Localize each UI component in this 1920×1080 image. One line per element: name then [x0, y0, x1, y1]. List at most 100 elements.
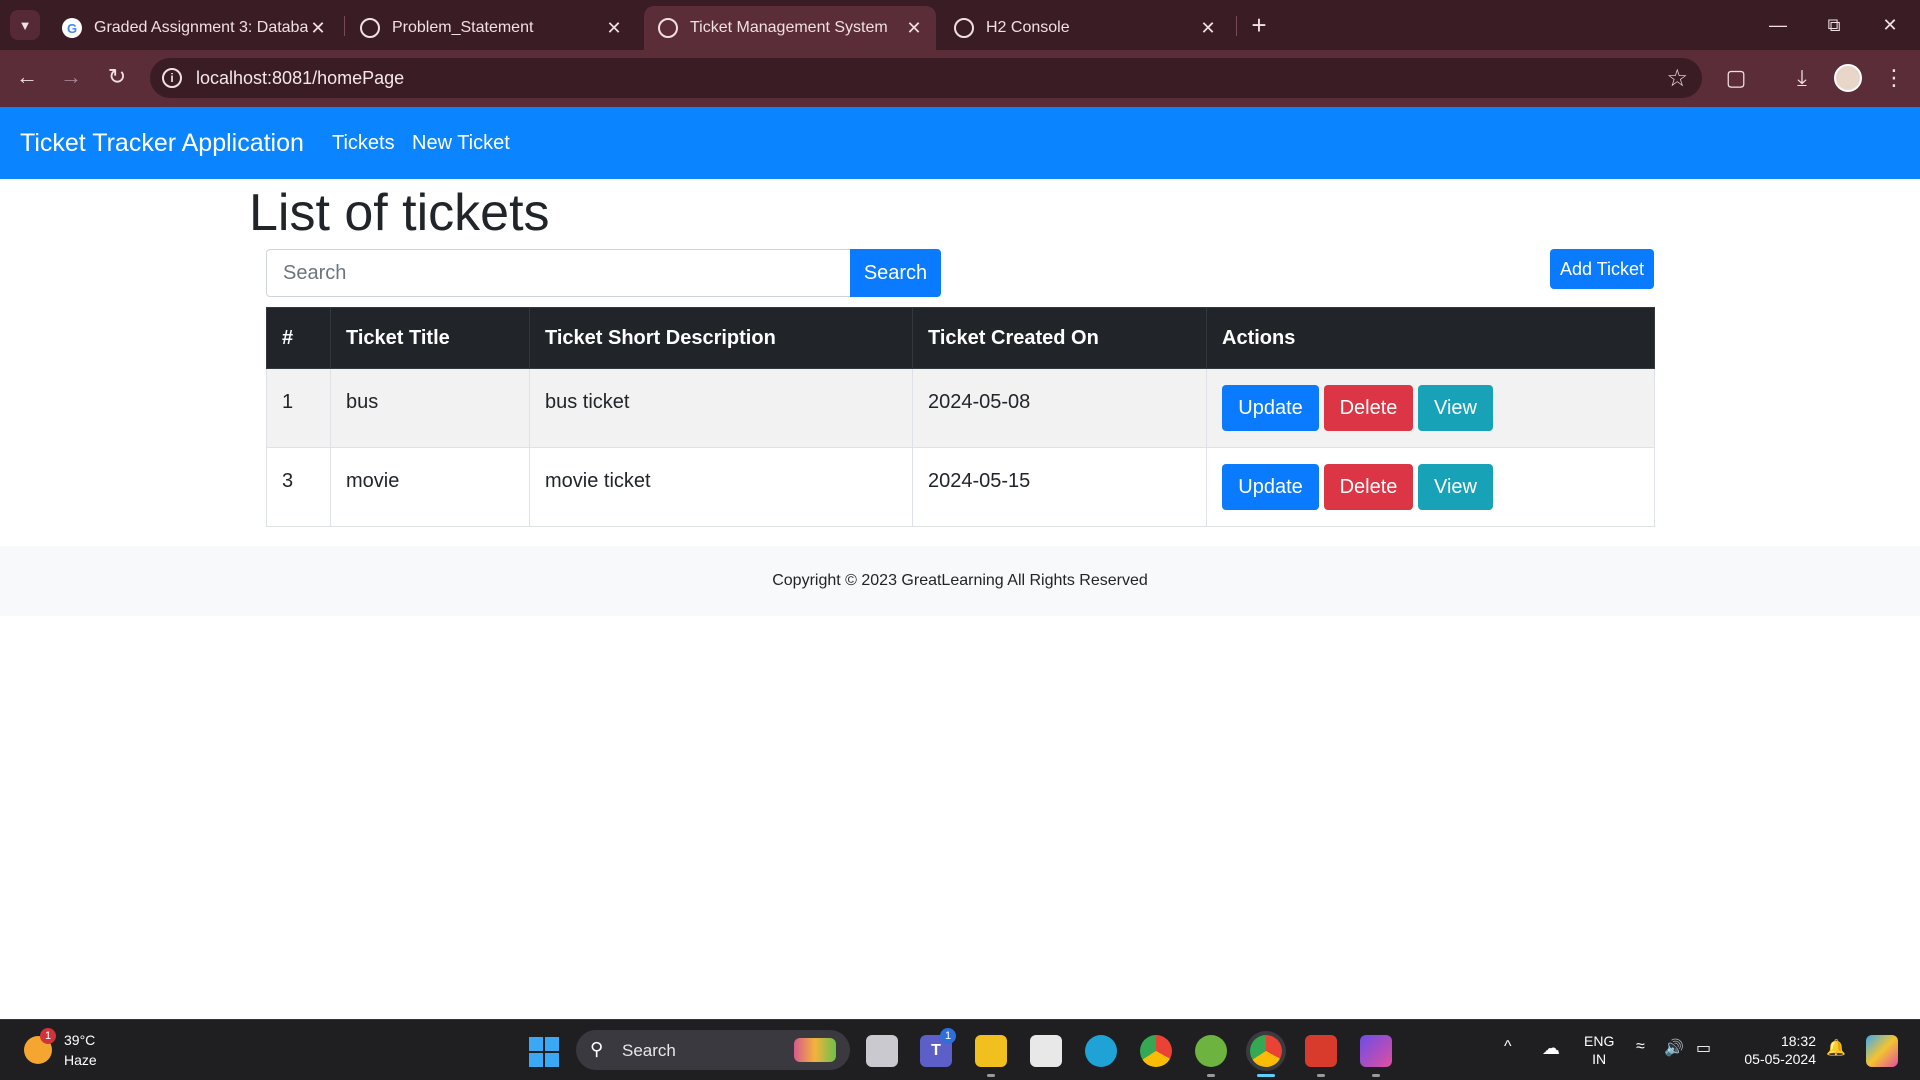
view-button[interactable]: View	[1418, 464, 1493, 510]
column-header-actions: Actions	[1206, 307, 1655, 369]
nav-link-tickets[interactable]: Tickets	[332, 132, 395, 155]
chrome-profile-icon[interactable]	[1250, 1035, 1282, 1067]
app-running-indicator	[987, 1074, 995, 1077]
app-icon[interactable]	[1360, 1035, 1392, 1067]
copyright-text: Copyright © 2023 GreatLearning All Right…	[772, 572, 1148, 589]
close-icon[interactable]: ✕	[604, 18, 624, 39]
taskbar: 1 39°C Haze ⚲ Search T 1 ^ ☁ ENG IN ≈ 🔊 …	[0, 1019, 1920, 1080]
reload-icon[interactable]: ↻	[98, 58, 136, 96]
restore-icon[interactable]: ⧉	[1806, 0, 1862, 50]
language-indicator[interactable]: ENG IN	[1584, 1032, 1614, 1068]
view-button[interactable]: View	[1418, 385, 1493, 431]
battery-icon[interactable]: ▭	[1696, 1038, 1711, 1058]
copilot-icon[interactable]	[1866, 1035, 1898, 1067]
update-button[interactable]: Update	[1222, 385, 1319, 431]
cell-created-on: 2024-05-08	[912, 368, 1207, 448]
delete-button[interactable]: Delete	[1324, 464, 1413, 510]
table-header-row: # Ticket Title Ticket Short Description …	[266, 307, 1655, 369]
tab-ticket-management[interactable]: Ticket Management System ✕	[644, 6, 936, 50]
wifi-icon[interactable]: ≈	[1636, 1038, 1645, 1056]
cell-created-on: 2024-05-15	[912, 447, 1207, 527]
cell-id: 3	[266, 447, 331, 527]
chevron-up-icon[interactable]: ^	[1504, 1038, 1512, 1056]
table-row: 1 bus bus ticket 2024-05-08 Update Delet…	[266, 368, 1655, 448]
globe-icon	[954, 18, 974, 38]
tab-h2-console[interactable]: H2 Console ✕	[940, 6, 1230, 50]
weather-temperature[interactable]: 39°C	[64, 1032, 95, 1048]
tab-title: Problem_Statement	[392, 19, 534, 36]
site-info-icon[interactable]: i	[162, 68, 182, 88]
task-view-icon[interactable]	[866, 1035, 898, 1067]
app-running-indicator	[1317, 1074, 1325, 1077]
brand-link[interactable]: Ticket Tracker Application	[20, 129, 304, 158]
cell-id: 1	[266, 368, 331, 448]
column-header-title: Ticket Title	[330, 307, 530, 369]
weather-badge: 1	[40, 1028, 56, 1044]
wps-office-icon[interactable]	[1305, 1035, 1337, 1067]
notification-bell-icon[interactable]: 🔔	[1826, 1038, 1846, 1058]
system-clock[interactable]: 18:32 05-05-2024	[1736, 1032, 1816, 1068]
web-page: Ticket Tracker Application Tickets New T…	[0, 107, 1920, 1019]
page-footer: Copyright © 2023 GreatLearning All Right…	[0, 546, 1920, 616]
column-header-created-on: Ticket Created On	[912, 307, 1207, 369]
bookmark-star-icon[interactable]: ☆	[1666, 64, 1688, 93]
windows-start-icon[interactable]	[529, 1037, 559, 1067]
extensions-icon[interactable]: ▢	[1720, 62, 1752, 94]
microsoft-store-icon[interactable]	[1030, 1035, 1062, 1067]
tab-graded-assignment[interactable]: G Graded Assignment 3: Databas ✕	[48, 6, 340, 50]
table-row: 3 movie movie ticket 2024-05-15 Update D…	[266, 447, 1655, 527]
google-favicon-icon: G	[62, 18, 82, 38]
globe-icon	[658, 18, 678, 38]
column-header-id: #	[266, 307, 331, 369]
file-explorer-icon[interactable]	[975, 1035, 1007, 1067]
edge-icon[interactable]	[1085, 1035, 1117, 1067]
add-ticket-button[interactable]: Add Ticket	[1550, 249, 1654, 289]
tab-separator	[1236, 16, 1237, 36]
menu-kebab-icon[interactable]: ⋮	[1878, 62, 1910, 94]
tab-strip: ▼ G Graded Assignment 3: Databas ✕ Probl…	[0, 0, 1920, 50]
close-icon[interactable]: ✕	[308, 18, 328, 39]
forward-icon[interactable]: →	[52, 58, 90, 96]
search-button[interactable]: Search	[850, 249, 941, 297]
close-icon[interactable]: ✕	[904, 18, 924, 39]
weather-condition[interactable]: Haze	[64, 1052, 97, 1068]
browser-toolbar: ← → ↻ i localhost:8081/homePage ☆ ▢ ⤓ ⋮	[0, 50, 1920, 107]
globe-icon	[360, 18, 380, 38]
close-window-icon[interactable]: ✕	[1862, 0, 1918, 50]
app-active-indicator	[1257, 1074, 1275, 1077]
download-icon[interactable]: ⤓	[1786, 62, 1818, 94]
region-code: IN	[1592, 1051, 1607, 1067]
column-header-description: Ticket Short Description	[529, 307, 913, 369]
tab-search-button[interactable]: ▼	[10, 10, 40, 40]
app-running-indicator	[1207, 1074, 1215, 1077]
close-icon[interactable]: ✕	[1198, 18, 1218, 39]
taskbar-search-box[interactable]: ⚲ Search	[576, 1030, 850, 1070]
cell-title: bus	[330, 368, 530, 448]
tab-problem-statement[interactable]: Problem_Statement ✕	[346, 6, 636, 50]
tab-title: Ticket Management System	[690, 19, 888, 36]
search-highlight-icon	[794, 1038, 836, 1062]
spring-tool-suite-icon[interactable]	[1195, 1035, 1227, 1067]
url-text[interactable]: localhost:8081/homePage	[196, 68, 404, 89]
chrome-icon[interactable]	[1140, 1035, 1172, 1067]
onedrive-cloud-icon[interactable]: ☁	[1542, 1038, 1560, 1059]
cell-actions: Update Delete View	[1206, 368, 1655, 448]
taskbar-search-label: Search	[622, 1041, 676, 1060]
cell-description: movie ticket	[529, 447, 913, 527]
tab-separator	[344, 16, 345, 36]
cell-actions: Update Delete View	[1206, 447, 1655, 527]
clock-time: 18:32	[1780, 1033, 1816, 1049]
new-tab-button[interactable]: +	[1244, 10, 1274, 40]
nav-link-new-ticket[interactable]: New Ticket	[412, 132, 510, 155]
search-input[interactable]	[266, 249, 851, 297]
profile-avatar[interactable]	[1834, 64, 1862, 92]
tab-title: Graded Assignment 3: Databas	[94, 19, 308, 36]
back-icon[interactable]: ←	[8, 58, 46, 96]
address-bar[interactable]: i localhost:8081/homePage ☆	[150, 58, 1702, 98]
minimize-icon[interactable]: —	[1750, 0, 1806, 50]
app-navbar: Ticket Tracker Application Tickets New T…	[0, 107, 1920, 179]
volume-icon[interactable]: 🔊	[1664, 1038, 1684, 1058]
update-button[interactable]: Update	[1222, 464, 1319, 510]
teams-badge: 1	[940, 1028, 956, 1044]
delete-button[interactable]: Delete	[1324, 385, 1413, 431]
